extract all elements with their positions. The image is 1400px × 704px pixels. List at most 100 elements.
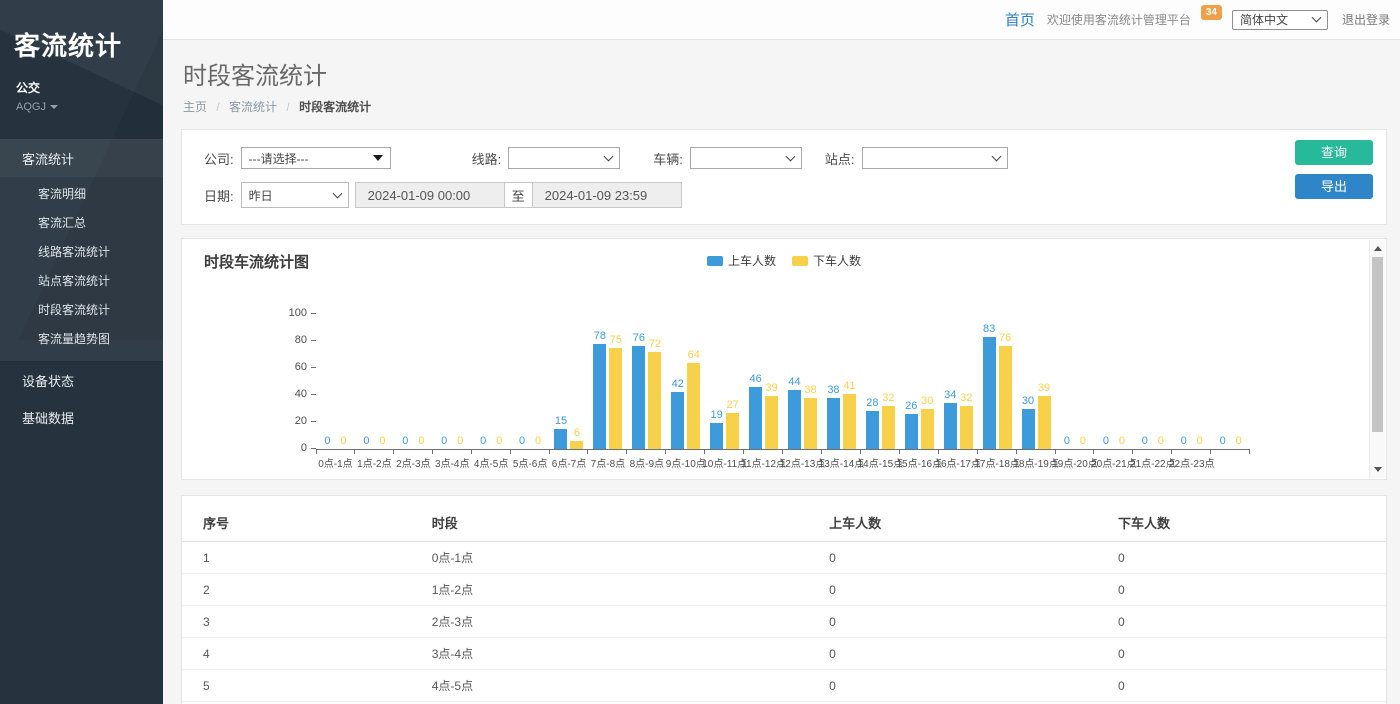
sidebar: 客流统计 公交 AQGJ 客流统计客流明细客流汇总线路客流统计站点客流统计时段客… [0, 0, 163, 704]
bar-下车人数 [999, 346, 1012, 449]
chart-legend: 上车人数下车人数 [707, 252, 861, 269]
bar-group-9点-10点: 42649点-10点 [666, 315, 705, 449]
bar-column: 76 [632, 315, 645, 449]
bar-column: 46 [749, 315, 762, 449]
bar-column: 30 [921, 315, 934, 449]
sidebar-section-2: 基础数据 [0, 399, 163, 436]
bar-value-label: 41 [843, 380, 855, 392]
x-axis-label: 3点-4点 [435, 455, 469, 470]
breadcrumb-home[interactable]: 主页 [183, 100, 207, 114]
breadcrumb-separator: / [286, 100, 289, 114]
vehicle-select[interactable] [690, 147, 802, 169]
bar-group-13点-14点: 384113点-14点 [822, 315, 861, 449]
bar-column: 0 [1060, 315, 1073, 449]
bar-上车人数 [632, 346, 645, 449]
bar-group-22点-23点: 0022点-23点 [1172, 315, 1211, 449]
bar-group-21点-22点: 0021点-22点 [1133, 315, 1172, 449]
legend-item-下车人数[interactable]: 下车人数 [792, 252, 861, 269]
bar-value-label: 42 [672, 378, 684, 390]
home-link[interactable]: 首页 [1005, 9, 1035, 30]
bar-column: 0 [1115, 315, 1128, 449]
vehicle-label: 车辆: [653, 149, 683, 168]
bar-value-label: 6 [574, 427, 580, 439]
user-dropdown[interactable]: AQGJ [0, 96, 163, 113]
bar-下车人数 [609, 348, 622, 449]
bar-group-14点-15点: 283214点-15点 [861, 315, 900, 449]
company-select[interactable]: ---请选择--- [241, 147, 391, 169]
bar-value-label: 76 [633, 332, 645, 344]
date-preset-value: 昨日 [249, 187, 273, 204]
logout-link[interactable]: 退出登录 [1342, 11, 1390, 28]
bar-group-4点-5点: 004点-5点 [472, 315, 511, 449]
table-cell: 0 [1097, 574, 1386, 606]
bar-value-label: 0 [535, 435, 541, 447]
sidebar-item-设备状态[interactable]: 设备状态 [0, 362, 163, 399]
sidebar-subitem-客流量趋势图[interactable]: 客流量趋势图 [0, 324, 163, 353]
bar-上车人数 [1022, 409, 1035, 450]
y-axis-tick-label: 80 [295, 335, 307, 346]
sidebar-item-客流统计[interactable]: 客流统计 [0, 140, 163, 177]
bar-value-label: 0 [1080, 435, 1086, 447]
date-from-input[interactable]: 2024-01-09 00:00 [355, 182, 505, 208]
export-button[interactable]: 导出 [1295, 174, 1373, 199]
sidebar-item-基础数据[interactable]: 基础数据 [0, 399, 163, 436]
bar-column: 0 [438, 315, 451, 449]
scroll-down-icon[interactable] [1374, 467, 1382, 472]
date-range-separator: 至 [505, 182, 532, 208]
date-to-input[interactable]: 2024-01-09 23:59 [532, 182, 682, 208]
date-preset-select[interactable]: 昨日 [241, 182, 349, 208]
table-cell: 0 [1097, 606, 1386, 638]
breadcrumb-section[interactable]: 客流统计 [229, 100, 277, 114]
scroll-up-icon[interactable] [1374, 246, 1382, 251]
table-cell: 3 [182, 606, 411, 638]
legend-item-上车人数[interactable]: 上车人数 [707, 252, 776, 269]
bar-value-label: 75 [610, 334, 622, 346]
language-select[interactable]: 简体中文 [1232, 10, 1328, 30]
page-content: 时段客流统计 主页 / 客流统计 / 时段客流统计 公司: ---请选择--- … [163, 40, 1400, 704]
bar-column: 0 [360, 315, 373, 449]
y-axis-tick-label: 0 [301, 443, 307, 454]
chevron-down-icon [991, 151, 1001, 161]
sidebar-subitem-站点客流统计[interactable]: 站点客流统计 [0, 266, 163, 295]
bar-column: 0 [1138, 315, 1151, 449]
app-title: 客流统计 [0, 0, 163, 63]
bar-value-label: 30 [1022, 395, 1034, 407]
bar-value-label: 0 [1181, 435, 1187, 447]
sidebar-subitem-线路客流统计[interactable]: 线路客流统计 [0, 237, 163, 266]
table-column-header: 时段 [411, 505, 808, 542]
bar-下车人数 [570, 441, 583, 449]
scrollbar-thumb[interactable] [1372, 257, 1383, 432]
y-axis-tick-label: 40 [295, 389, 307, 400]
bar-group-23点-24点: 00 [1211, 315, 1250, 449]
table-cell: 0点-1点 [411, 542, 808, 574]
bar-value-label: 0 [496, 435, 502, 447]
legend-swatch-icon [707, 256, 723, 266]
query-button[interactable]: 查询 [1295, 140, 1373, 165]
bar-column: 0 [1216, 315, 1229, 449]
table-panel: 序号时段上车人数下车人数 10点-1点0021点-2点0032点-3点0043点… [181, 495, 1387, 704]
line-select[interactable] [508, 147, 620, 169]
sidebar-subitem-客流明细[interactable]: 客流明细 [0, 179, 163, 208]
table-row: 10点-1点00 [182, 542, 1386, 574]
x-axis-label: 4点-5点 [474, 455, 508, 470]
filter-panel: 公司: ---请选择--- 线路: 车辆: 站点: [181, 129, 1387, 225]
chart-vertical-scrollbar[interactable] [1369, 240, 1385, 478]
bar-value-label: 0 [1220, 435, 1226, 447]
bar-value-label: 0 [1236, 435, 1242, 447]
bar-上车人数 [983, 337, 996, 449]
bar-column: 0 [321, 315, 334, 449]
table-cell: 0 [808, 606, 1097, 638]
sidebar-subitem-时段客流统计[interactable]: 时段客流统计 [0, 295, 163, 324]
bar-group-15点-16点: 263015点-16点 [900, 315, 939, 449]
sidebar-section-1: 设备状态 [0, 362, 163, 399]
triangle-down-icon [373, 155, 383, 161]
table-cell: 0 [1097, 670, 1386, 702]
bar-上车人数 [827, 398, 840, 449]
bar-column: 26 [905, 315, 918, 449]
sidebar-subitem-客流汇总[interactable]: 客流汇总 [0, 208, 163, 237]
table-row: 54点-5点00 [182, 670, 1386, 702]
welcome-text: 欢迎使用客流统计管理平台 [1047, 11, 1191, 28]
bar-上车人数 [866, 411, 879, 449]
station-select[interactable] [862, 147, 1008, 169]
table-row: 43点-4点00 [182, 638, 1386, 670]
